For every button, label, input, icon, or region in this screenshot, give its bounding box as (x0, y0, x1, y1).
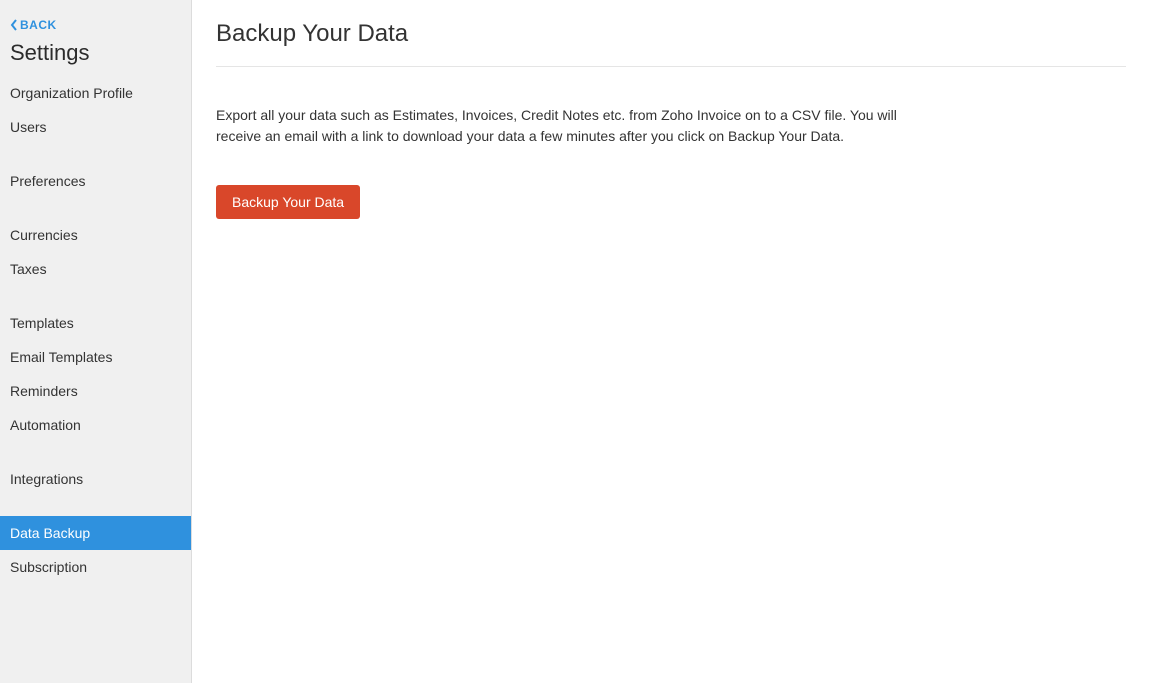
sidebar-gap (0, 442, 191, 462)
sidebar-item-integrations[interactable]: Integrations (0, 462, 191, 496)
chevron-left-icon (10, 19, 18, 31)
backup-your-data-button[interactable]: Backup Your Data (216, 185, 360, 219)
sidebar-item-preferences[interactable]: Preferences (0, 164, 191, 198)
sidebar-item-organization-profile[interactable]: Organization Profile (0, 76, 191, 110)
sidebar-gap (0, 496, 191, 516)
sidebar-gap (0, 144, 191, 164)
sidebar-item-reminders[interactable]: Reminders (0, 374, 191, 408)
sidebar-item-currencies[interactable]: Currencies (0, 218, 191, 252)
sidebar-item-taxes[interactable]: Taxes (0, 252, 191, 286)
sidebar-item-label: Preferences (10, 173, 85, 189)
sidebar-item-subscription[interactable]: Subscription (0, 550, 191, 584)
back-label: BACK (20, 18, 57, 32)
sidebar-item-label: Email Templates (10, 349, 112, 365)
sidebar-item-label: Automation (10, 417, 81, 433)
back-link[interactable]: BACK (0, 14, 191, 40)
sidebar: BACK Settings Organization Profile Users… (0, 0, 192, 683)
sidebar-item-label: Currencies (10, 227, 78, 243)
sidebar-item-label: Data Backup (10, 525, 90, 541)
sidebar-item-data-backup[interactable]: Data Backup (0, 516, 191, 550)
sidebar-item-label: Organization Profile (10, 85, 133, 101)
page-description: Export all your data such as Estimates, … (216, 105, 936, 147)
sidebar-item-label: Templates (10, 315, 74, 331)
sidebar-item-label: Taxes (10, 261, 47, 277)
sidebar-item-label: Users (10, 119, 47, 135)
page-title: Backup Your Data (216, 20, 1126, 67)
sidebar-item-label: Integrations (10, 471, 83, 487)
sidebar-item-automation[interactable]: Automation (0, 408, 191, 442)
sidebar-item-label: Reminders (10, 383, 78, 399)
main-content: Backup Your Data Export all your data su… (192, 0, 1150, 683)
sidebar-gap (0, 198, 191, 218)
sidebar-item-users[interactable]: Users (0, 110, 191, 144)
sidebar-item-templates[interactable]: Templates (0, 306, 191, 340)
sidebar-item-email-templates[interactable]: Email Templates (0, 340, 191, 374)
sidebar-title: Settings (0, 40, 191, 76)
sidebar-item-label: Subscription (10, 559, 87, 575)
sidebar-gap (0, 286, 191, 306)
